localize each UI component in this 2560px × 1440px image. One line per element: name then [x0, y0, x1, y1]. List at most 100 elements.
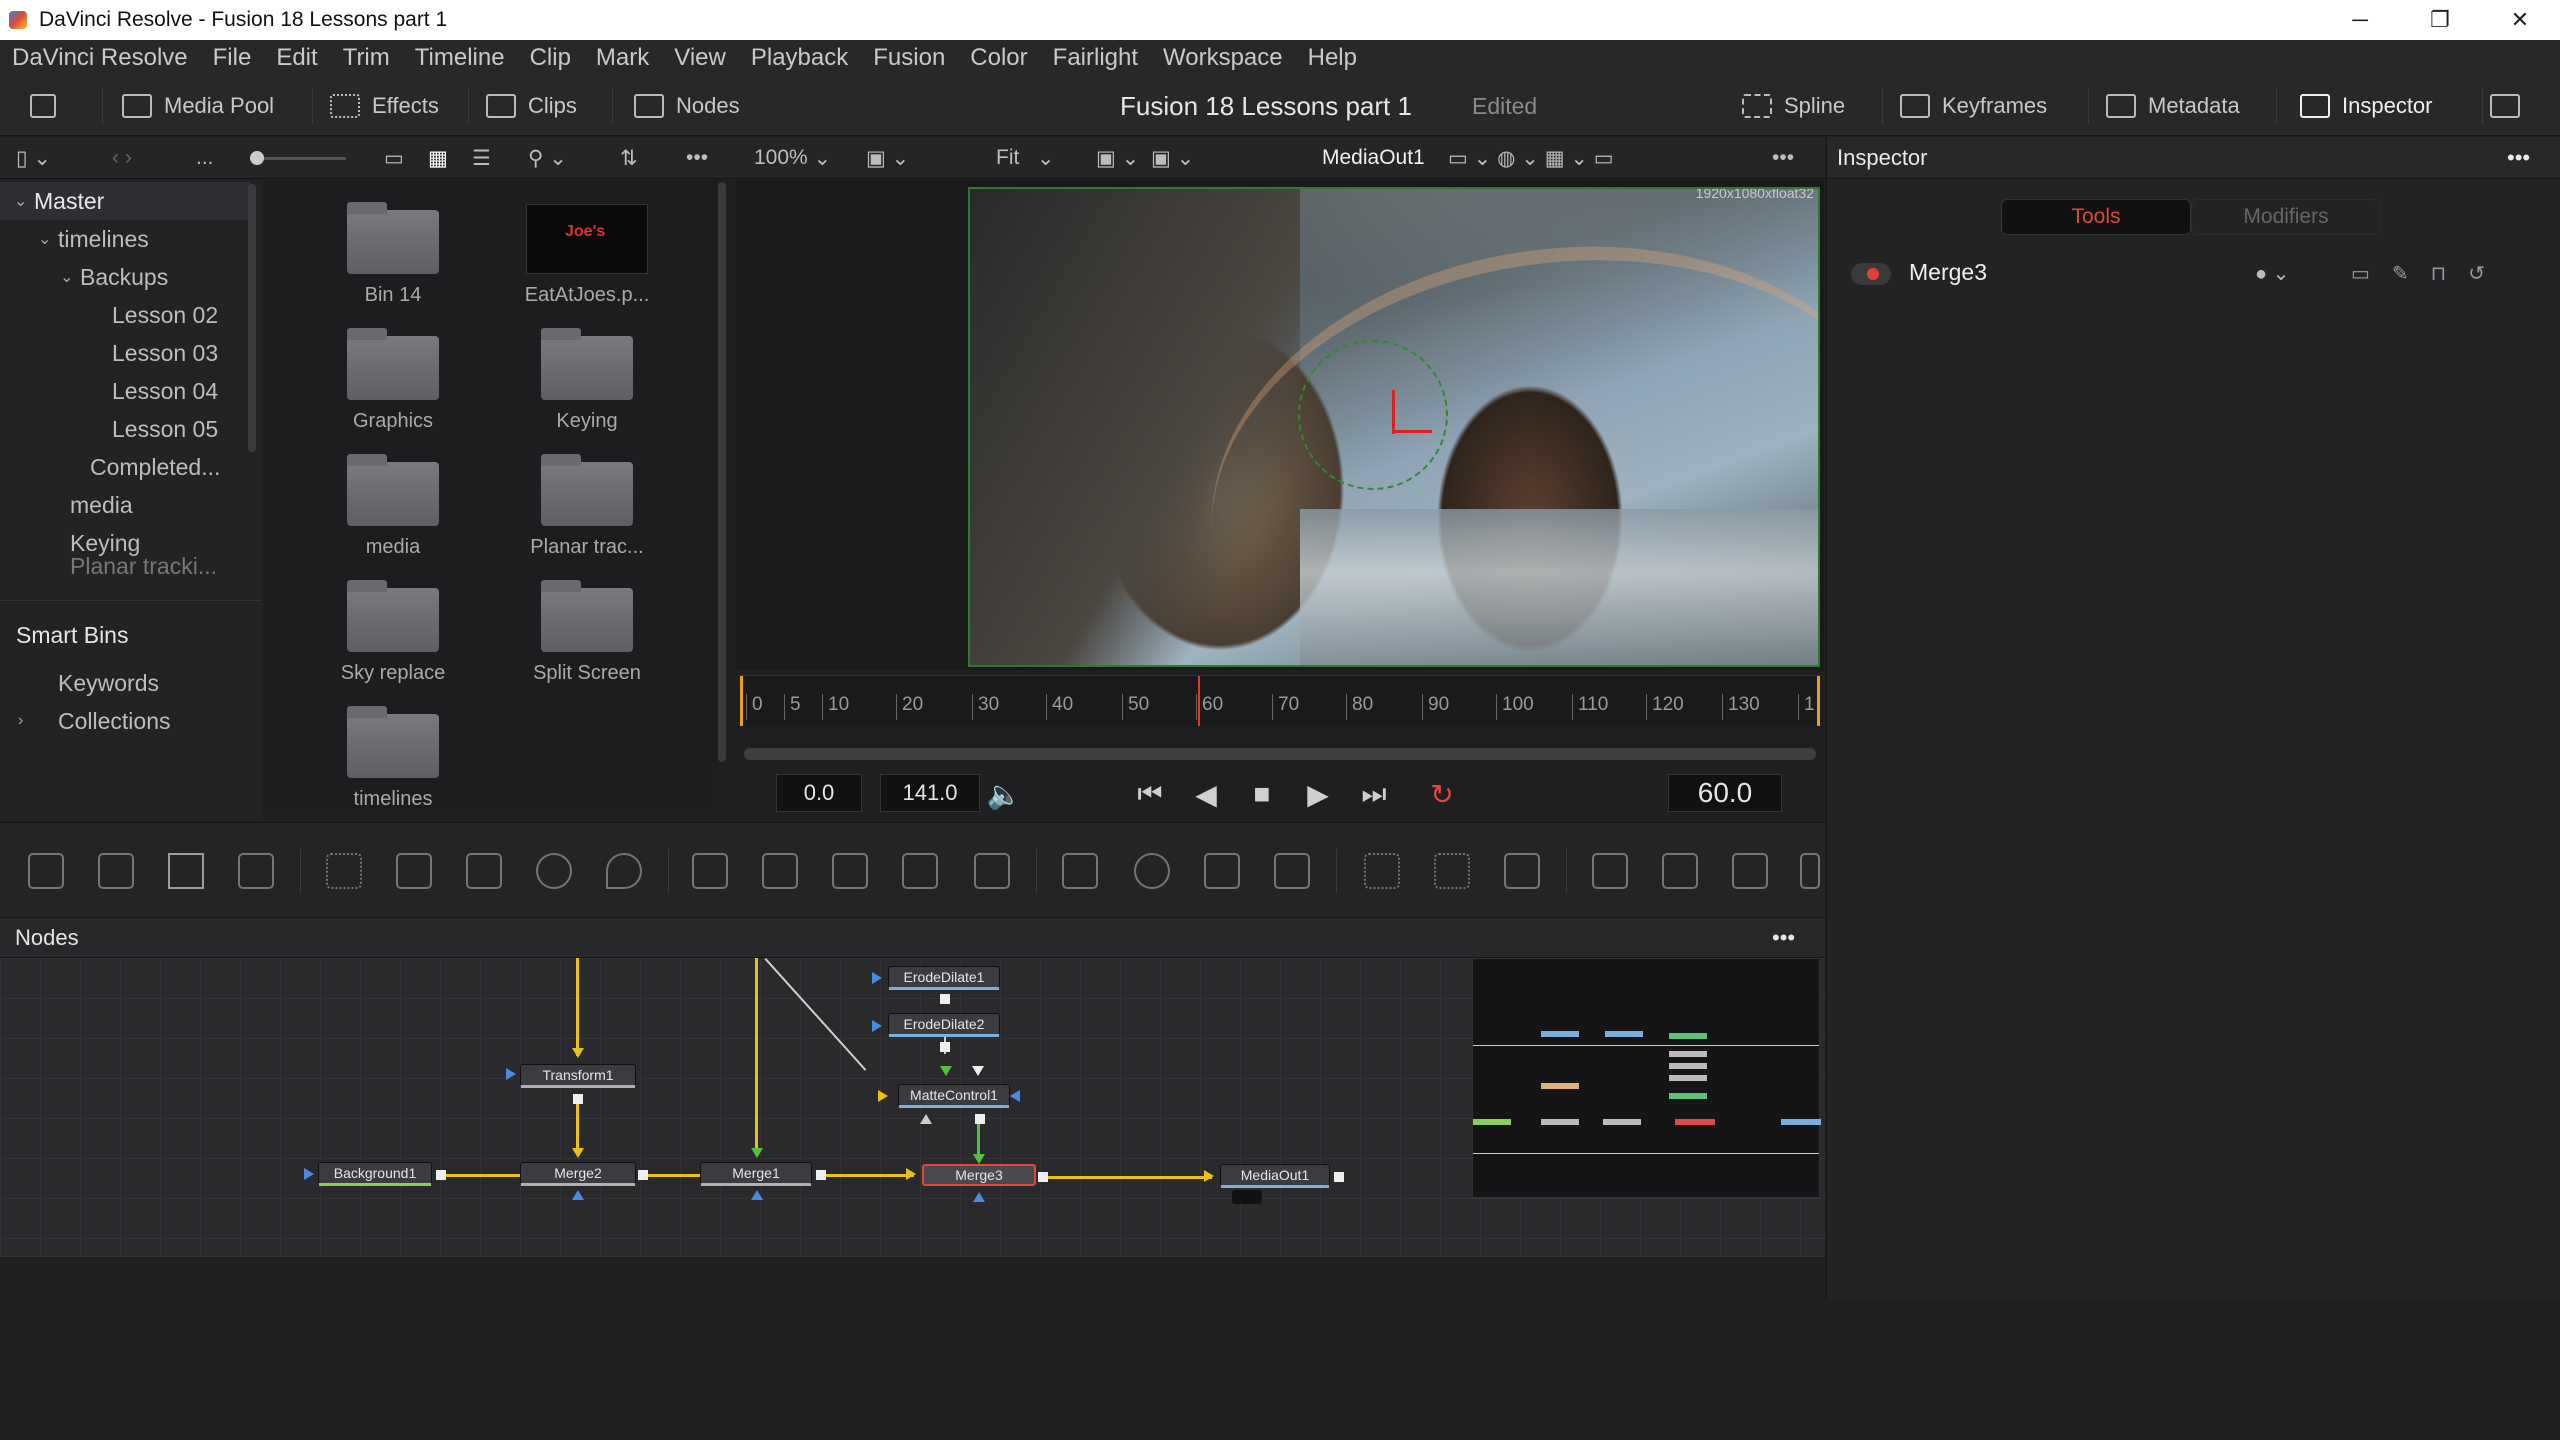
output-port[interactable]	[1334, 1172, 1344, 1182]
keyframes-button[interactable]: Keyframes	[1900, 76, 2047, 136]
camera3d-icon[interactable]	[1800, 853, 1820, 889]
minimize-button[interactable]: ─	[2320, 0, 2400, 40]
input-port[interactable]	[572, 1048, 584, 1058]
nav-arrows[interactable]: ‹ ›	[112, 137, 132, 179]
details-view-icon[interactable]: ☰	[472, 137, 491, 179]
bin-planar-tracking[interactable]: Planar tracki...	[0, 556, 217, 576]
bin-completed[interactable]: Completed...	[0, 448, 220, 486]
bin-lesson-04[interactable]: Lesson 04	[0, 372, 218, 410]
menu-fusion[interactable]: Fusion	[873, 44, 945, 72]
pool-item-media[interactable]: media	[308, 454, 478, 559]
node-erodedilate1[interactable]: ErodeDilate1	[888, 966, 1000, 990]
thumbnail-size-slider[interactable]	[250, 137, 346, 179]
bin-lesson-02[interactable]: Lesson 02	[0, 296, 218, 334]
center-handle-y[interactable]	[1392, 390, 1395, 434]
pool-item-split-screen[interactable]: Split Screen	[502, 580, 672, 685]
output-port[interactable]	[638, 1170, 648, 1180]
inspector-button[interactable]: Inspector	[2300, 76, 2433, 136]
shape3d-icon[interactable]	[1592, 853, 1628, 889]
zoom-select[interactable]: 100% ⌄	[754, 137, 831, 179]
input-port[interactable]	[906, 1168, 916, 1180]
output-port[interactable]	[940, 1042, 950, 1052]
particles-tool-icon[interactable]	[326, 853, 362, 889]
tab-tools[interactable]: Tools	[2001, 199, 2191, 235]
polygon-mask-icon[interactable]	[1204, 853, 1240, 889]
pool-item-sky-replace[interactable]: Sky replace	[308, 580, 478, 685]
matte-tool-icon[interactable]	[902, 853, 938, 889]
pool-item-graphics[interactable]: Graphics	[308, 328, 478, 433]
prender-icon[interactable]	[1434, 853, 1470, 889]
pool-item-planar-tracking[interactable]: Planar trac...	[502, 454, 672, 559]
panel-layout-button[interactable]: ▯ ⌄	[16, 137, 51, 179]
render-start-field[interactable]: 0.0	[776, 774, 862, 812]
node-merge2[interactable]: Merge2	[520, 1162, 636, 1186]
bin-media[interactable]: media	[0, 486, 133, 524]
panel-toggle-button[interactable]	[30, 76, 68, 136]
clips-button[interactable]: Clips	[486, 76, 577, 136]
menu-file[interactable]: File	[213, 44, 252, 72]
menu-edit[interactable]: Edit	[276, 44, 317, 72]
input-port[interactable]	[506, 1068, 516, 1080]
pool-item-eatatjoes[interactable]: Joe's EatAtJoes.p...	[502, 204, 672, 307]
mask-tool-icon[interactable]	[762, 853, 798, 889]
go-to-start-button[interactable]: ⏮	[1130, 774, 1170, 814]
spline-button[interactable]: Spline	[1742, 76, 1845, 136]
fastnoise-tool-icon[interactable]	[98, 853, 134, 889]
node-navigator[interactable]	[1472, 958, 1821, 1198]
menu-playback[interactable]: Playback	[751, 44, 848, 72]
bezier-tool-icon[interactable]	[466, 853, 502, 889]
output-port[interactable]	[975, 1114, 985, 1124]
tab-modifiers[interactable]: Modifiers	[2191, 199, 2381, 235]
curves-tool-icon[interactable]	[396, 853, 432, 889]
input-port[interactable]	[1010, 1090, 1020, 1102]
pool-item-timelines[interactable]: timelines	[308, 706, 478, 811]
menu-timeline[interactable]: Timeline	[415, 44, 505, 72]
merge-center-widget[interactable]	[1298, 340, 1448, 490]
inspector-more-button[interactable]: •••	[2507, 145, 2530, 171]
effects-button[interactable]: Effects	[330, 76, 439, 136]
menu-clip[interactable]: Clip	[530, 44, 571, 72]
input-port[interactable]	[973, 1154, 985, 1164]
mask-port[interactable]	[973, 1192, 985, 1202]
menu-view[interactable]: View	[674, 44, 726, 72]
pool-more-button[interactable]: •••	[686, 137, 708, 179]
input-port[interactable]	[940, 1066, 952, 1076]
menu-trim[interactable]: Trim	[343, 44, 390, 72]
audio-icon[interactable]: 🔈	[984, 774, 1024, 814]
mask-port[interactable]	[572, 1190, 584, 1200]
play-reverse-button[interactable]: ◀	[1186, 774, 1226, 814]
output-port[interactable]	[1038, 1172, 1048, 1182]
text-tool-icon[interactable]	[168, 853, 204, 889]
playhead[interactable]	[1198, 676, 1200, 726]
close-button[interactable]: ✕	[2480, 0, 2560, 40]
bin-tree-scrollbar[interactable]	[248, 184, 256, 452]
viewer-option-b[interactable]: ▣ ⌄ ▣ ⌄	[1096, 137, 1194, 179]
menu-davinci-resolve[interactable]: DaVinci Resolve	[12, 44, 188, 72]
bin-lesson-03[interactable]: Lesson 03	[0, 334, 218, 372]
transform-tool-icon[interactable]	[974, 853, 1010, 889]
smart-bin-keywords[interactable]: Keywords	[0, 664, 159, 702]
scrub-bar[interactable]	[744, 748, 1816, 760]
menu-mark[interactable]: Mark	[596, 44, 649, 72]
output-port[interactable]	[940, 994, 950, 1004]
rectangle-mask-icon[interactable]	[1062, 853, 1098, 889]
channel-tool-icon[interactable]	[832, 853, 868, 889]
node-mediaout1[interactable]: MediaOut1	[1220, 1164, 1330, 1188]
node-transform1[interactable]: Transform1	[520, 1064, 636, 1088]
pemitter-icon[interactable]	[1364, 853, 1400, 889]
fullscreen-button[interactable]	[2490, 76, 2520, 136]
output-port[interactable]	[573, 1094, 583, 1104]
drop-tool-icon[interactable]	[606, 853, 642, 889]
stop-button[interactable]: ■	[1242, 774, 1282, 814]
nodes-button[interactable]: Nodes	[634, 76, 740, 136]
search-icon[interactable]: ⚲ ⌄	[528, 137, 567, 179]
sort-icon[interactable]: ⇅	[620, 137, 638, 179]
input-port[interactable]	[751, 1148, 763, 1158]
nodes-more-button[interactable]: •••	[1772, 925, 1795, 951]
play-forward-button[interactable]: ▶	[1298, 774, 1338, 814]
node-merge3[interactable]: Merge3	[922, 1164, 1036, 1186]
background-tool-icon[interactable]	[28, 853, 64, 889]
time-ruler[interactable]: 0 5 10 20 30 40 50 60 70 80 90 100 110 1…	[740, 675, 1820, 727]
input-port[interactable]	[872, 972, 882, 984]
viewer-option-a[interactable]: ▣ ⌄	[866, 137, 909, 179]
